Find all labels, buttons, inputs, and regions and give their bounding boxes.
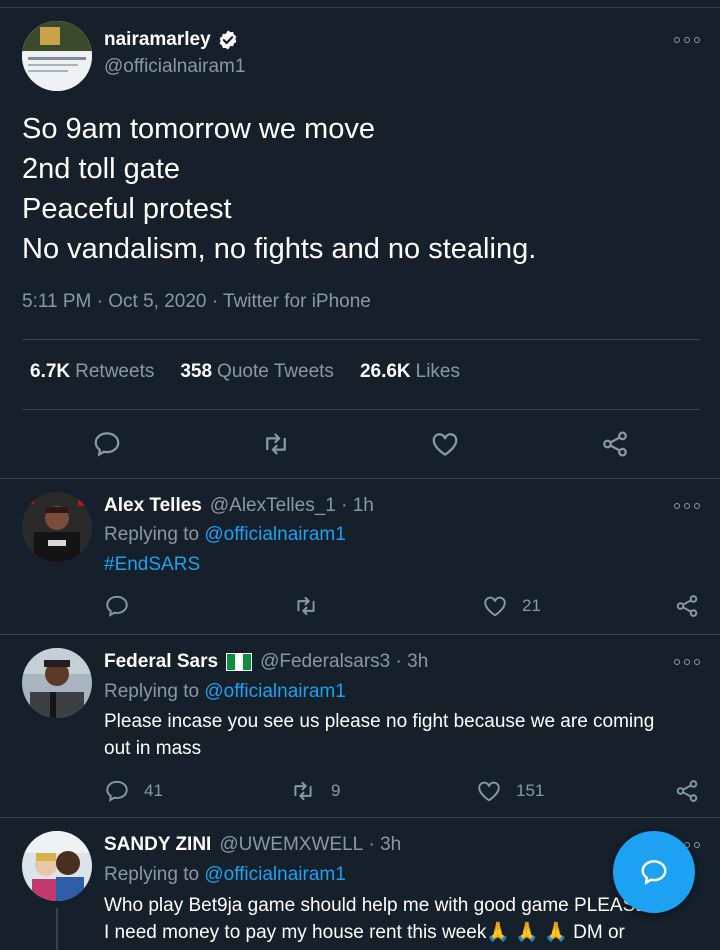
replying-to: Replying to @officialnairam1 bbox=[104, 864, 346, 886]
reply-tweet[interactable]: Federal Sars @Federalsars3 · 3h Replying… bbox=[0, 636, 720, 818]
reply-icon[interactable] bbox=[104, 778, 130, 804]
retweet-icon[interactable] bbox=[261, 429, 291, 459]
display-name[interactable]: nairamarley bbox=[104, 29, 239, 51]
reply-handle[interactable]: @Federalsars3 bbox=[260, 651, 390, 673]
reply-header: Federal Sars @Federalsars3 · 3h bbox=[104, 651, 428, 673]
meta-dot: · bbox=[211, 291, 224, 312]
likes-count: 26.6K bbox=[359, 361, 411, 382]
likes-stat[interactable]: 26.6K Likes bbox=[360, 361, 460, 383]
tweet-text: So 9am tomorrow we move 2nd toll gate Pe… bbox=[22, 109, 536, 269]
avatar[interactable] bbox=[22, 648, 92, 718]
divider bbox=[22, 339, 700, 340]
more-icon[interactable] bbox=[674, 657, 700, 667]
likes-label: Likes bbox=[415, 361, 460, 382]
tweet-date[interactable]: Oct 5, 2020 bbox=[108, 291, 206, 312]
reply-time[interactable]: 1h bbox=[353, 495, 374, 517]
reply-time[interactable]: 3h bbox=[380, 834, 401, 856]
share-icon[interactable] bbox=[674, 593, 700, 619]
avatar[interactable] bbox=[22, 831, 92, 901]
meta-dot: · bbox=[96, 291, 109, 312]
display-name-text[interactable]: nairamarley bbox=[104, 29, 211, 51]
tweet-actions bbox=[0, 429, 720, 461]
replying-to: Replying to @officialnairam1 bbox=[104, 524, 346, 546]
top-divider bbox=[0, 0, 720, 8]
reply-body-line: Who play Bet9ja game should help me with… bbox=[104, 895, 648, 916]
reply-header: Alex Telles @AlexTelles_1 · 1h bbox=[104, 495, 374, 517]
hashtag-link[interactable]: #EndSARS bbox=[104, 554, 200, 575]
reply-body: Please incase you see us please no fight… bbox=[104, 711, 655, 759]
more-icon[interactable] bbox=[674, 501, 700, 511]
reply-icon[interactable] bbox=[92, 429, 122, 459]
retweet-icon[interactable] bbox=[293, 593, 319, 619]
reply-display-name[interactable]: SANDY ZINI bbox=[104, 834, 211, 856]
replying-prefix: Replying to bbox=[104, 524, 200, 545]
like-count: 151 bbox=[516, 781, 545, 800]
quotes-stat[interactable]: 358 Quote Tweets bbox=[180, 361, 334, 383]
reply-tweet[interactable]: Alex Telles @AlexTelles_1 · 1h Replying … bbox=[0, 480, 720, 635]
share-icon[interactable] bbox=[600, 429, 630, 459]
reply-body: #EndSARS bbox=[104, 551, 704, 578]
replying-to-link[interactable]: @officialnairam1 bbox=[204, 864, 345, 885]
reply-handle[interactable]: @UWEMXWELL bbox=[219, 834, 363, 856]
reply-count: 41 bbox=[144, 781, 163, 800]
more-icon[interactable] bbox=[674, 35, 700, 45]
replying-prefix: Replying to bbox=[104, 864, 200, 885]
like-icon[interactable] bbox=[430, 429, 460, 459]
share-icon[interactable] bbox=[674, 778, 700, 804]
tweet-time[interactable]: 5:11 PM bbox=[22, 291, 91, 312]
like-icon[interactable] bbox=[476, 778, 502, 804]
thread-line bbox=[56, 908, 58, 950]
avatar[interactable] bbox=[22, 492, 92, 562]
reply-handle[interactable]: @AlexTelles_1 bbox=[210, 495, 336, 517]
compose-icon bbox=[641, 860, 667, 885]
quotes-count: 358 bbox=[180, 361, 213, 382]
user-handle[interactable]: @officialnairam1 bbox=[104, 56, 245, 78]
retweets-count: 6.7K bbox=[30, 361, 71, 382]
retweets-label: Retweets bbox=[75, 361, 155, 382]
tweet-line: 2nd toll gate bbox=[22, 153, 181, 185]
tweet-line: So 9am tomorrow we move bbox=[22, 113, 375, 145]
reply-actions: 21 bbox=[0, 593, 720, 619]
reply-display-name[interactable]: Federal Sars bbox=[104, 651, 218, 673]
verified-badge-icon bbox=[219, 30, 237, 50]
reply-actions: 41 9 151 bbox=[0, 778, 720, 804]
tweet-source[interactable]: Twitter for iPhone bbox=[223, 291, 371, 312]
retweet-icon[interactable] bbox=[290, 778, 316, 804]
tweet-meta: 5:11 PM · Oct 5, 2020 · Twitter for iPho… bbox=[22, 291, 371, 313]
time-sep: · bbox=[335, 495, 353, 516]
tweet-stats: 6.7K Retweets 358 Quote Tweets 26.6K Likes bbox=[30, 361, 460, 383]
reply-icon[interactable] bbox=[104, 593, 130, 619]
avatar[interactable] bbox=[22, 21, 92, 91]
nigeria-flag-icon bbox=[226, 653, 253, 671]
reply-header: SANDY ZINI @UWEMXWELL · 3h bbox=[104, 834, 401, 856]
time-sep: · bbox=[363, 834, 381, 855]
reply-body: Who play Bet9ja game should help me with… bbox=[104, 892, 704, 946]
replying-prefix: Replying to bbox=[104, 681, 200, 702]
tweet-line: Peaceful protest bbox=[22, 193, 232, 225]
like-icon[interactable] bbox=[482, 593, 508, 619]
quotes-label: Quote Tweets bbox=[217, 361, 334, 382]
replying-to-link[interactable]: @officialnairam1 bbox=[204, 681, 345, 702]
compose-button[interactable] bbox=[613, 831, 695, 913]
time-sep: · bbox=[390, 651, 408, 672]
reply-tweet[interactable]: SANDY ZINI @UWEMXWELL · 3h Replying to @… bbox=[0, 819, 720, 950]
replying-to: Replying to @officialnairam1 bbox=[104, 681, 346, 703]
main-tweet: nairamarley @officialnairam1 So 9am tomo… bbox=[0, 9, 720, 479]
reply-time[interactable]: 3h bbox=[407, 651, 428, 673]
like-count: 21 bbox=[522, 596, 541, 615]
reply-display-name[interactable]: Alex Telles bbox=[104, 495, 202, 517]
divider bbox=[22, 409, 700, 410]
reply-body-line: I need money to pay my house rent this w… bbox=[104, 922, 625, 943]
tweet-line: No vandalism, no fights and no stealing. bbox=[22, 233, 537, 265]
replying-to-link[interactable]: @officialnairam1 bbox=[204, 524, 345, 545]
retweets-stat[interactable]: 6.7K Retweets bbox=[30, 361, 154, 383]
retweet-count: 9 bbox=[331, 781, 341, 800]
